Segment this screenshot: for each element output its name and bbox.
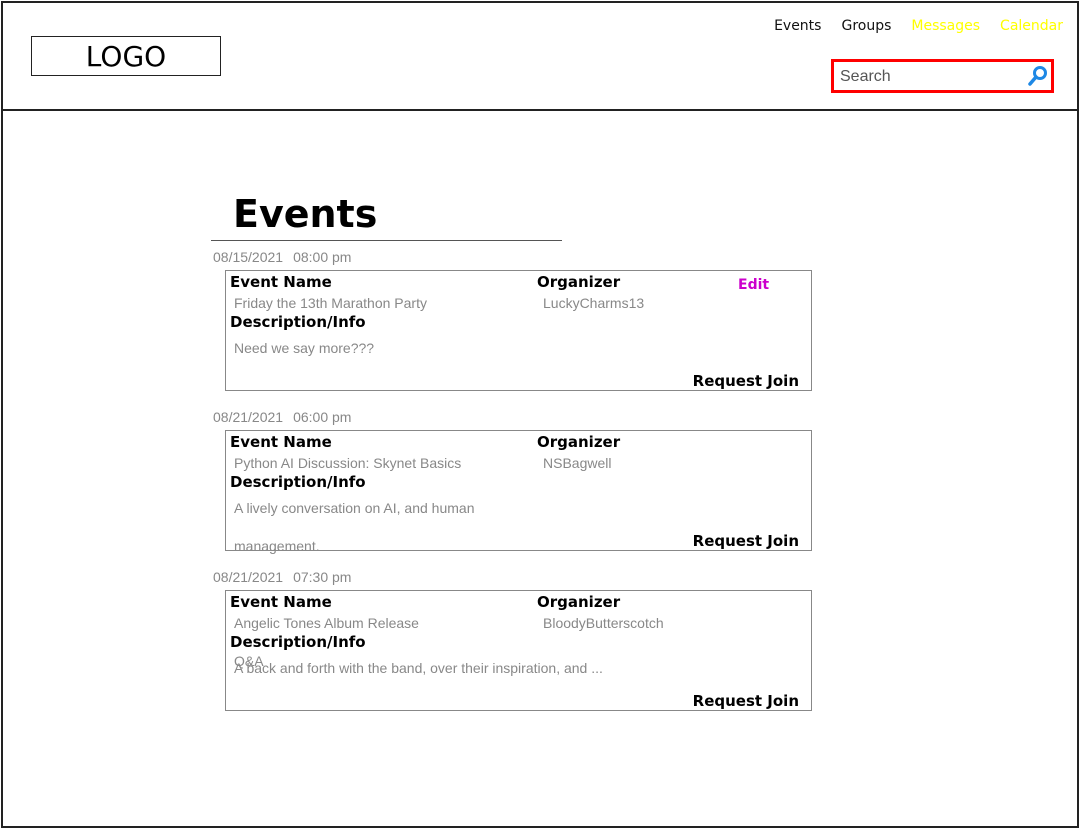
organizer-name: LuckyCharms13: [543, 295, 645, 311]
event-name: Python AI Discussion: Skynet Basics: [234, 455, 462, 471]
event-description: A lively conversation on AI, and human: [234, 500, 475, 516]
event-description: A back and forth with the band, over the…: [234, 660, 603, 676]
organizer-name: NSBagwell: [543, 455, 612, 471]
event-time: 08:00 pm: [293, 249, 352, 265]
logo: LOGO: [31, 36, 221, 76]
nav-calendar[interactable]: Calendar: [1000, 18, 1063, 34]
event-card: Event Name Python AI Discussion: Skynet …: [225, 430, 812, 554]
event-description: Need we say more???: [234, 340, 375, 356]
nav-messages[interactable]: Messages: [911, 18, 980, 34]
event-time: 07:30 pm: [293, 569, 352, 585]
nav-events[interactable]: Events: [774, 18, 821, 34]
request-join-button[interactable]: Request Join: [693, 532, 799, 550]
event-datetime: 08/21/2021 06:00 pm: [213, 409, 351, 425]
event-name: Friday the 13th Marathon Party: [234, 295, 427, 311]
header: LOGO Events Groups Messages Calendar: [1, 1, 1079, 111]
organizer-label: Organizer: [537, 273, 621, 291]
event-name-label: Event Name: [230, 273, 332, 291]
event-name: Angelic Tones Album Release: [234, 615, 419, 631]
request-join-button[interactable]: Request Join: [693, 372, 799, 390]
description-label: Description/Info: [230, 473, 366, 491]
top-nav: Events Groups Messages Calendar: [774, 18, 1063, 34]
nav-groups[interactable]: Groups: [841, 18, 891, 34]
description-label: Description/Info: [230, 633, 366, 651]
event-datetime: 08/21/2021 07:30 pm: [213, 569, 351, 585]
page-title: Events: [233, 192, 378, 236]
event-name-label: Event Name: [230, 593, 332, 611]
event-datetime: 08/15/2021 08:00 pm: [213, 249, 351, 265]
edit-button[interactable]: Edit: [738, 277, 769, 293]
search-box: [831, 59, 1054, 93]
description-label: Description/Info: [230, 313, 366, 331]
event-card: Event Name Angelic Tones Album Release O…: [225, 590, 812, 711]
event-time: 06:00 pm: [293, 409, 352, 425]
event-date: 08/21/2021: [213, 409, 284, 425]
organizer-label: Organizer: [537, 433, 621, 451]
event-card: Event Name Friday the 13th Marathon Part…: [225, 270, 812, 391]
event-date: 08/15/2021: [213, 249, 284, 265]
event-description: management.: [234, 538, 320, 554]
event-date: 08/21/2021: [213, 569, 284, 585]
request-join-button[interactable]: Request Join: [693, 692, 799, 710]
organizer-label: Organizer: [537, 593, 621, 611]
organizer-name: BloodyButterscotch: [543, 615, 664, 631]
search-icon[interactable]: [1027, 65, 1049, 87]
event-name-label: Event Name: [230, 433, 332, 451]
title-divider: [211, 240, 562, 241]
search-input[interactable]: [840, 66, 1020, 88]
